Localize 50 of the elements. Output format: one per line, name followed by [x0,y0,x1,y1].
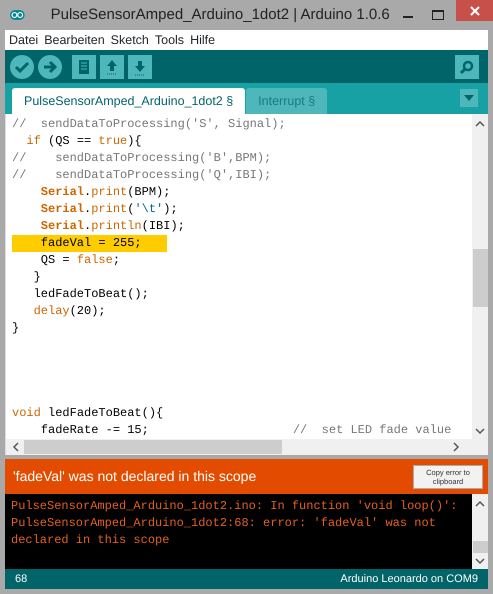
scroll-thumb[interactable] [24,440,282,454]
scroll-thumb[interactable] [472,248,488,306]
tab-menu-button[interactable] [460,89,478,107]
code-line: fadeRate -= 15; // set LED fade value [40,422,452,439]
upload-button[interactable] [38,54,62,78]
arduino-logo-icon [10,9,25,21]
board-info: Arduino Leonardo on COM9 [340,572,478,587]
menu-item[interactable]: Tools [154,30,184,50]
scroll-right-icon [452,442,460,452]
code-line: void ledFadeToBeat(){ [12,405,164,422]
code-line: if (QS == true){ [25,133,142,150]
menu-item[interactable]: Sketch [110,30,149,50]
code-line: delay(20); [32,303,106,320]
scroll-down-icon [475,427,485,435]
code-line: } [12,320,20,337]
serial-monitor-button[interactable] [455,54,479,78]
scroll-up-icon [475,120,485,128]
scroll-up-icon [475,500,485,508]
console-scrollbar[interactable] [472,494,488,569]
maximize-icon [432,10,444,20]
window-title: PulseSensorAmped_Arduino_1dot2 | Arduino 1.0.6 [50,4,390,25]
horizontal-scrollbar[interactable] [6,439,488,455]
open-button[interactable] [100,54,124,78]
code-line: Serial.print(BPM); [40,184,170,201]
code-line: Serial.print('\t'); [40,201,178,218]
file-tab[interactable]: PulseSensorAmped_Arduino_1dot2 § [12,88,246,114]
menu-item[interactable]: Hilfe [190,30,216,50]
dropdown-icon [464,95,474,101]
code-line: // sendDataToProcessing('Q',IBI); [12,167,272,184]
scroll-thumb[interactable] [472,541,488,553]
close-button[interactable] [456,0,493,21]
code-line: } [32,269,41,286]
code-line: ledFadeToBeat(); [32,286,149,303]
scroll-left-icon [12,442,20,452]
save-button[interactable] [128,54,152,78]
line-number: 68 [15,572,28,587]
vertical-scrollbar[interactable] [472,114,488,439]
scroll-down-icon [475,557,485,565]
code-line: // sendDataToProcessing('B',BPM); [12,150,272,167]
code-line: QS = false; [40,252,120,269]
error-message: 'fadeVal' was not declared in this scope [13,467,258,486]
code-line: // sendDataToProcessing('S', Signal); [12,116,286,133]
new-file-button[interactable] [72,54,96,78]
console-line: PulseSensorAmped_Arduino_1dot2.ino: In function 'void loop()': [11,498,458,515]
verify-button[interactable] [10,54,34,78]
menu-item[interactable]: Datei [9,30,38,50]
close-icon [470,6,480,16]
console-line: PulseSensorAmped_Arduino_1dot2:68: error: 'fadeVal' was not declared in this scope [11,515,437,549]
menu-item[interactable]: Bearbeiten [44,30,105,50]
code-line: Serial.println(IBI); [40,218,185,235]
